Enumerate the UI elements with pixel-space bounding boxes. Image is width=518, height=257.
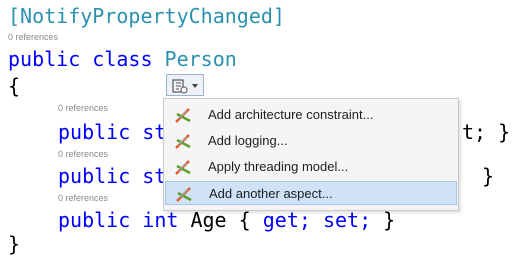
- menu-item-label: Add architecture constraint...: [208, 107, 374, 122]
- member1-line-visible: public st: [58, 120, 167, 144]
- member3-references-codelens[interactable]: 0 references: [58, 193, 108, 203]
- close-brace: }: [8, 232, 21, 256]
- member3-line: public int Age { get; set; }: [58, 210, 395, 230]
- member3-get-accessor: get;: [262, 208, 311, 232]
- menu-item-add-logging[interactable]: Add logging...: [165, 129, 457, 153]
- class-name: Person: [164, 47, 237, 71]
- menu-item-add-another-aspect[interactable]: Add another aspect...: [165, 181, 457, 205]
- chevron-down-icon: [192, 84, 198, 88]
- postsharp-aspect-icon: [175, 185, 193, 203]
- member2-line-tail: }: [482, 164, 495, 188]
- attribute-line: [NotifyPropertyChanged]: [8, 4, 285, 28]
- aspect-lightbulb-icon: [171, 77, 189, 95]
- menu-item-label: Add logging...: [208, 133, 288, 148]
- menu-item-label: Add another aspect...: [209, 186, 333, 201]
- member2-references-codelens[interactable]: 0 references: [58, 149, 108, 159]
- menu-item-add-architecture-constraint[interactable]: Add architecture constraint...: [165, 103, 457, 127]
- smart-tag-button[interactable]: [166, 74, 204, 96]
- member3-close-brace: }: [383, 208, 396, 232]
- postsharp-aspect-icon: [174, 158, 192, 176]
- postsharp-aspect-icon: [174, 106, 192, 124]
- class-declaration-line: public class Person: [8, 49, 237, 69]
- member3-set-accessor: set;: [322, 208, 372, 232]
- member3-int-keyword: int: [142, 208, 179, 232]
- member2-line-visible: public st: [58, 164, 167, 188]
- member1-line-tail: t; }: [462, 120, 511, 144]
- member3-property-name: Age: [190, 208, 227, 232]
- member3-open-brace: {: [238, 208, 251, 232]
- aspect-context-menu: Add architecture constraint... Add loggi…: [163, 98, 459, 211]
- menu-item-apply-threading-model[interactable]: Apply threading model...: [165, 155, 457, 179]
- menu-item-label: Apply threading model...: [208, 159, 349, 174]
- class-references-codelens[interactable]: 0 references: [8, 32, 58, 42]
- postsharp-aspect-icon: [174, 132, 192, 150]
- class-keywords: public class: [8, 47, 165, 71]
- member3-public-keyword: public: [58, 208, 131, 232]
- open-brace: {: [8, 74, 21, 98]
- member1-references-codelens[interactable]: 0 references: [58, 103, 108, 113]
